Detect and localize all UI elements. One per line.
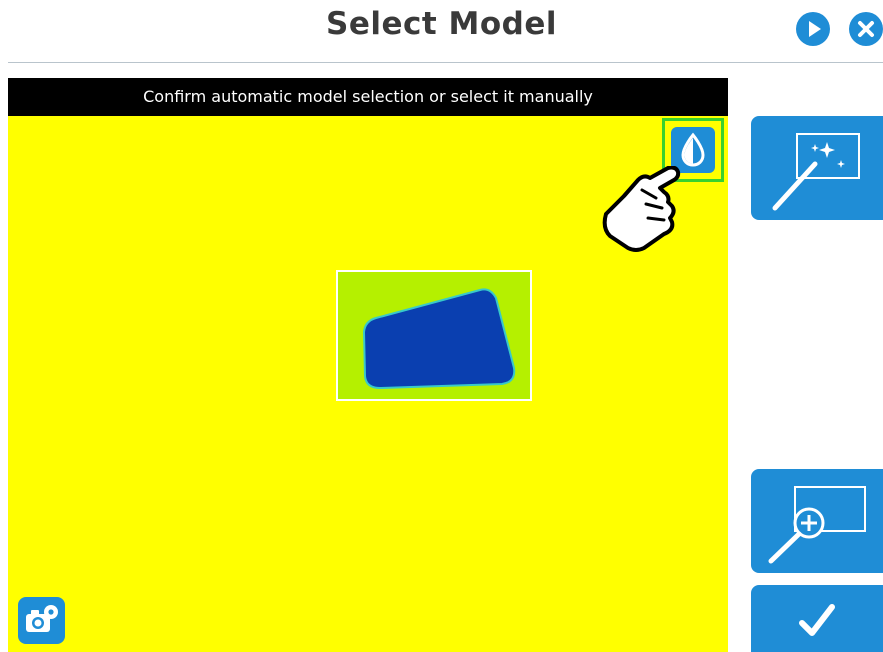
play-icon	[809, 21, 821, 37]
camera-settings-icon	[26, 605, 58, 632]
camera-view[interactable]: Confirm automatic model selection or sel…	[8, 78, 728, 652]
zoom-in-icon	[768, 486, 866, 564]
checkmark-icon	[799, 604, 835, 636]
next-button[interactable]	[796, 12, 830, 46]
magic-wand-icon	[772, 133, 860, 211]
zoom-button[interactable]	[751, 469, 883, 573]
close-icon	[858, 21, 874, 37]
camera-settings-button[interactable]	[18, 597, 65, 644]
instruction-banner: Confirm automatic model selection or sel…	[8, 78, 728, 116]
confirm-button[interactable]	[751, 585, 883, 652]
model-selection-box[interactable]	[336, 270, 532, 401]
close-button[interactable]	[849, 12, 883, 46]
page-title: Select Model	[326, 6, 557, 42]
detected-model-shape	[362, 288, 516, 390]
auto-select-button[interactable]	[751, 116, 883, 220]
pointing-hand-icon	[602, 166, 681, 252]
header-divider	[8, 62, 883, 63]
